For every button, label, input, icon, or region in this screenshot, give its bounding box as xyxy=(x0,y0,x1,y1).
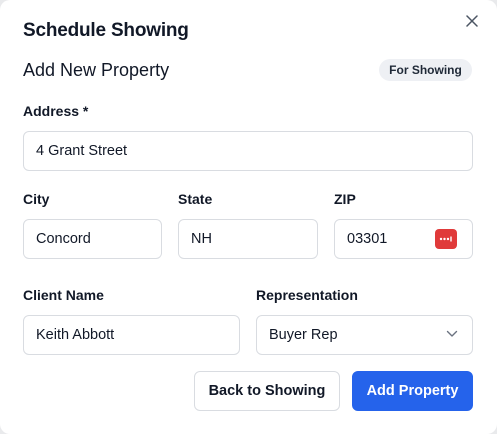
address-value: 4 Grant Street xyxy=(36,143,128,159)
password-manager-icon[interactable] xyxy=(435,229,457,249)
state-field[interactable]: NH xyxy=(178,219,318,259)
representation-select[interactable]: Buyer Rep xyxy=(256,315,473,355)
chevron-down-icon xyxy=(446,330,458,337)
state-value: NH xyxy=(191,231,212,247)
city-value: Concord xyxy=(36,231,91,247)
address-field[interactable]: 4 Grant Street xyxy=(23,131,473,171)
state-label: State xyxy=(178,191,213,207)
zip-value: 03301 xyxy=(347,231,388,247)
close-icon xyxy=(466,15,478,27)
representation-value: Buyer Rep xyxy=(269,327,338,343)
city-field[interactable]: Concord xyxy=(23,219,162,259)
back-to-showing-button[interactable]: Back to Showing xyxy=(194,371,340,411)
add-property-button[interactable]: Add Property xyxy=(352,371,473,411)
dialog-title: Schedule Showing xyxy=(23,20,189,41)
section-title: Add New Property xyxy=(23,60,170,80)
client-name-field[interactable]: Keith Abbott xyxy=(23,315,240,355)
client-name-value: Keith Abbott xyxy=(36,327,115,343)
zip-field[interactable]: 03301 xyxy=(334,219,473,259)
client-name-label: Client Name xyxy=(23,287,104,303)
address-label: Address * xyxy=(23,103,89,119)
for-showing-badge: For Showing xyxy=(379,59,472,81)
zip-label: ZIP xyxy=(334,191,356,207)
city-label: City xyxy=(23,191,50,207)
schedule-showing-dialog: Schedule Showing Add New Property For Sh… xyxy=(0,0,497,434)
close-button[interactable] xyxy=(462,11,482,31)
representation-label: Representation xyxy=(256,287,358,303)
